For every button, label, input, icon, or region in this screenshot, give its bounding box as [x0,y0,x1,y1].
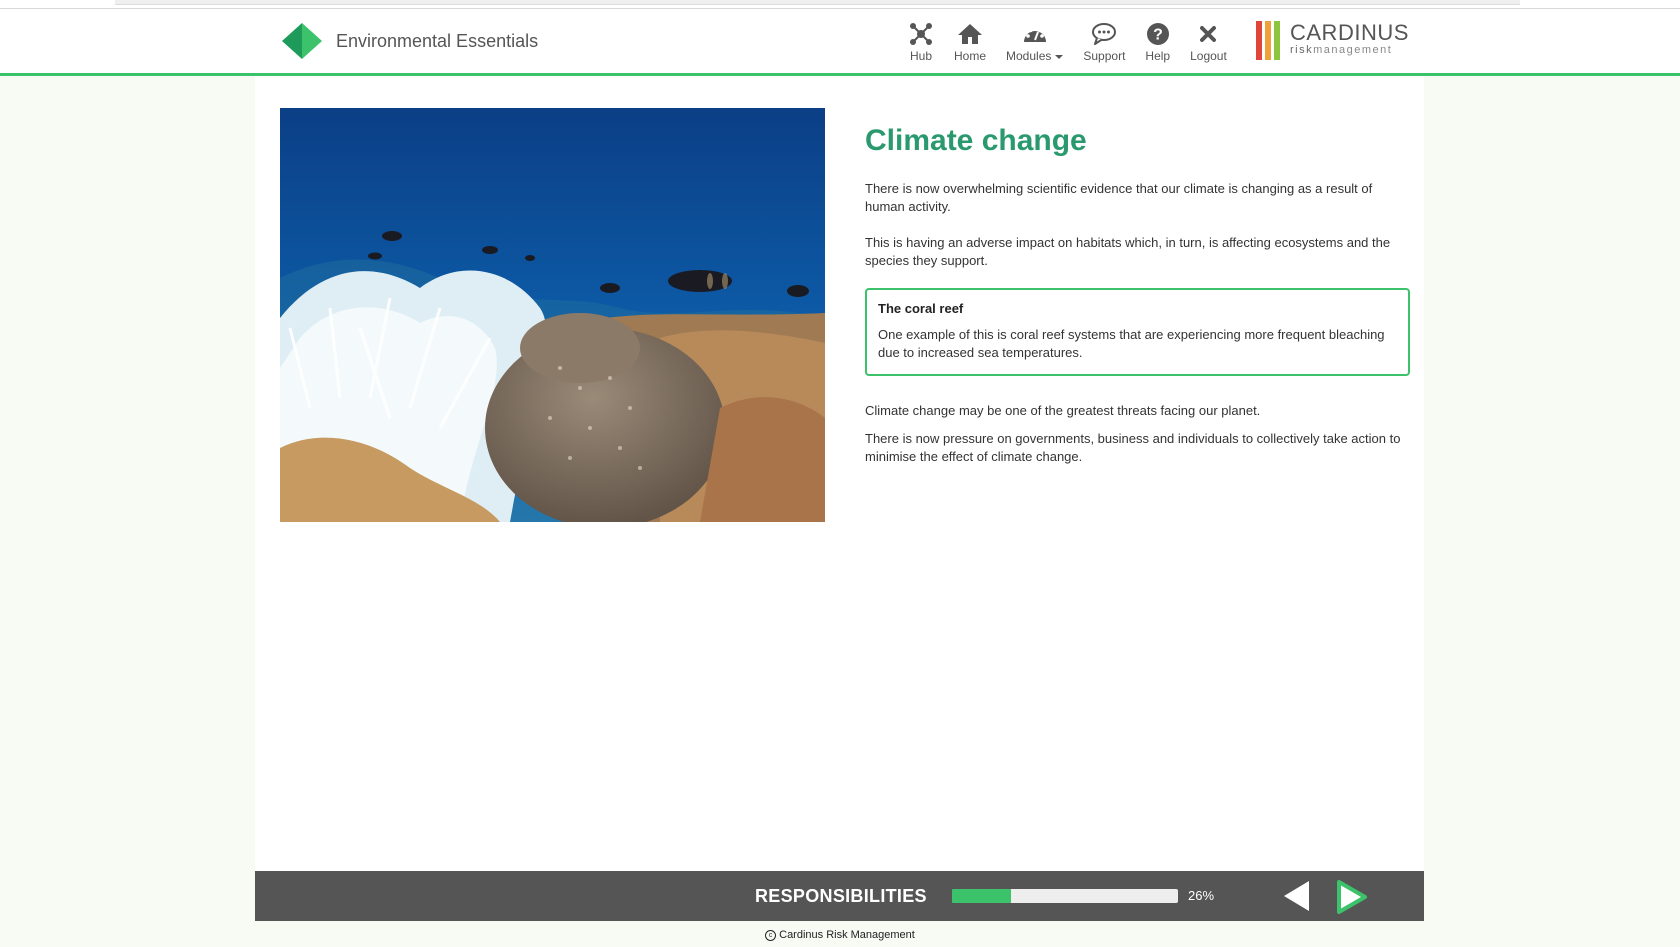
next-button[interactable] [1335,879,1369,920]
callout-body: One example of this is coral reef system… [878,327,1385,360]
progress-bar [952,889,1178,903]
callout-title: The coral reef [878,301,964,316]
logo-bars [1256,21,1283,60]
article-paragraph-2: This is having an adverse impact on habi… [865,235,1391,268]
browser-tab-line [115,0,1520,5]
nav-help[interactable]: ? Help [1145,21,1170,63]
logo-sub-a: risk [1290,44,1314,56]
svg-text:?: ? [1153,27,1163,44]
nav-support-label: Support [1083,49,1126,63]
logo-sub-b: management [1313,44,1393,56]
nav-hub[interactable]: Hub [908,21,934,63]
coral-reef-callout: The coral reef One example of this is co… [865,288,1410,376]
copyright-icon: c [765,930,777,941]
app-title: Environmental Essentials [336,30,539,51]
progress-percent: 26% [1188,888,1215,903]
cardinus-logo: CARDINUS riskmanagement [1256,21,1409,60]
hub-icon [908,21,934,47]
logo-words: CARDINUS riskmanagement [1290,20,1409,57]
nav-home[interactable]: Home [954,21,986,63]
course-footer-bar: RESPONSIBILITIES 26% [255,871,1424,921]
section-label: RESPONSIBILITIES [755,886,927,906]
content-panel: Climate change There is now overwhelming… [255,76,1424,871]
logo-bar-red [1256,21,1262,60]
arrow-left-icon [1284,881,1309,911]
arrow-right-icon [1337,880,1367,914]
article-paragraph-4: There is now pressure on governments, bu… [865,431,1401,464]
nav-modules[interactable]: Modules [1006,21,1064,63]
logo-bar-orange [1265,21,1271,60]
question-circle-icon: ? [1146,21,1170,47]
page-title: Climate change [865,124,1087,157]
nav-help-label: Help [1145,49,1171,63]
copyright-text: Cardinus Risk Management [779,929,915,941]
progress-fill [952,889,1011,903]
nav-modules-label-wrap: Modules [1006,49,1064,63]
brand[interactable]: Environmental Essentials [282,23,538,59]
previous-button[interactable] [1282,879,1312,918]
article: Climate change There is now overwhelming… [865,124,1410,484]
nav-logout[interactable]: Logout [1190,21,1227,63]
logo-subtitle: riskmanagement [1290,44,1409,56]
nav-modules-label: Modules [1006,49,1052,63]
home-icon [957,21,983,47]
top-header: Environmental Essentials Hub Home Module… [0,9,1680,76]
chat-bubble-icon [1091,21,1117,47]
nav-hub-label: Hub [909,49,932,63]
close-icon [1197,21,1219,47]
diamond-logo-icon [282,23,322,59]
chevron-down-icon [1055,54,1064,59]
logo-bar-green [1274,21,1280,60]
copyright-footer: c Cardinus Risk Management [0,929,1680,941]
dashboard-icon [1022,21,1048,47]
main-nav: Hub Home Modules Support ? Help Logout [908,21,1247,63]
coral-reef-image [280,108,825,522]
nav-logout-label: Logout [1190,49,1227,63]
logo-name: CARDINUS [1290,20,1409,45]
coral-reef-photo [280,108,825,522]
article-paragraph-3: Climate change may be one of the greates… [865,403,1261,418]
browser-chrome-strip [0,0,1680,9]
article-paragraph-1: There is now overwhelming scientific evi… [865,181,1373,214]
nav-home-label: Home [954,49,987,63]
nav-support[interactable]: Support [1083,21,1125,63]
